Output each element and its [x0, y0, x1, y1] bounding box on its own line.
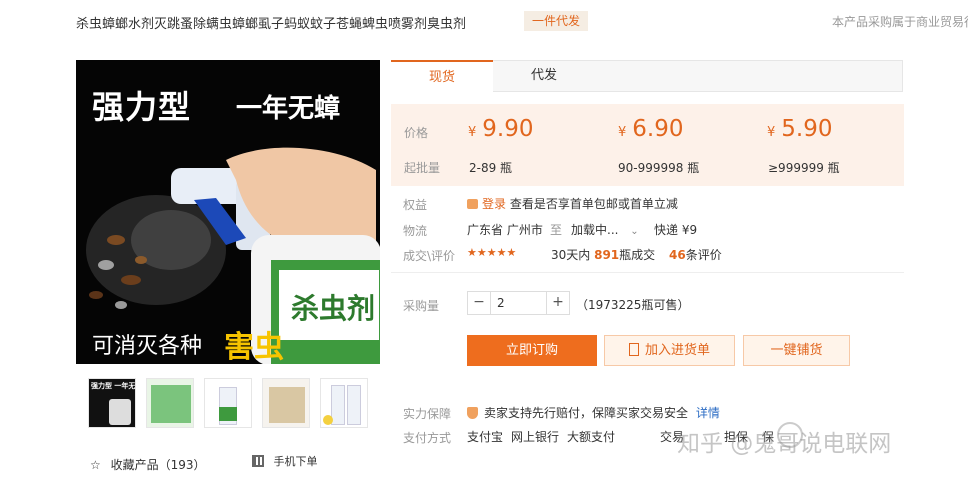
one-click-distribute-button[interactable]: 一键铺货 — [743, 335, 850, 366]
order-type-tabs: 现货 代发 — [391, 60, 903, 92]
moq-label: 起批量 — [404, 161, 441, 175]
benefits-row: 登录 查看是否享首单包邮或首单立减 — [467, 195, 678, 212]
logistics-to: 至 — [550, 223, 563, 237]
chevron-down-icon: ⌄ — [630, 226, 639, 237]
review-count: 46 — [669, 248, 686, 262]
price-tier-2: ¥6.90 — [618, 116, 684, 142]
guarantee-text: 卖家支持先行赔付，保障买家交易安全 — [484, 406, 689, 420]
review-summary[interactable]: 46条评价 — [669, 246, 722, 263]
payment-method-2: 网上银行 — [511, 430, 560, 444]
moq-tier-3: ≥999999 瓶 — [768, 161, 840, 175]
order-now-button[interactable]: 立即订购 — [467, 335, 597, 366]
mobile-order-label: 手机下单 — [273, 455, 318, 468]
quantity-input[interactable]: 2 — [490, 292, 547, 314]
guarantee-label: 实力保障 — [403, 407, 452, 421]
shield-icon — [467, 407, 478, 419]
tab-dropship[interactable]: 代发 — [492, 60, 596, 92]
section-divider — [391, 272, 904, 273]
thumbnail-strip: 强力型 一年无蟑 — [88, 378, 378, 430]
payment-method-1: 支付宝 — [467, 430, 504, 444]
currency-symbol: ¥ — [767, 125, 776, 140]
benefits-text: 查看是否享首单包邮或首单立减 — [509, 197, 678, 211]
guarantee-row: 卖家支持先行赔付，保障买家交易安全 详情 — [467, 404, 720, 421]
review-suffix: 条评价 — [685, 248, 722, 262]
clipboard-icon — [628, 343, 639, 356]
quantity-stepper: − 2 + — [467, 291, 570, 315]
image-headline-left: 强力型 — [92, 88, 192, 126]
thumbnail-1[interactable]: 强力型 一年无蟑 — [88, 378, 136, 428]
add-to-cart-button[interactable]: 加入进货单 — [604, 335, 735, 366]
gift-icon — [467, 199, 478, 209]
login-link[interactable]: 登录 — [482, 197, 506, 211]
thumbnail-3[interactable] — [204, 378, 252, 428]
price-label: 价格 — [404, 126, 429, 140]
favorite-product-link[interactable]: ☆ 收藏产品（193） — [90, 456, 206, 473]
price-tier-2-value: 6.90 — [632, 116, 684, 142]
tab-spot[interactable]: 现货 — [391, 60, 493, 92]
add-to-cart-label: 加入进货单 — [644, 343, 710, 358]
stock-available: （1973225瓶可售） — [576, 298, 690, 312]
currency-symbol: ¥ — [618, 125, 627, 140]
product-title: 杀虫蟑螂水剂灭跳蚤除螨虫蟑螂虱子蚂蚁蚊子苍蝇蜱虫喷雾剂臭虫剂 — [76, 17, 467, 32]
logistics-label: 物流 — [403, 224, 428, 238]
star-outline-icon: ☆ — [90, 458, 101, 472]
thumbnail-4[interactable] — [262, 378, 310, 428]
benefits-label: 权益 — [403, 198, 428, 212]
thumbnail-2[interactable] — [146, 378, 194, 428]
dropship-badge[interactable]: 一件代发 — [524, 11, 588, 31]
guarantee-detail-link[interactable]: 详情 — [696, 406, 720, 420]
moq-tier-2: 90-999998 瓶 — [618, 161, 700, 175]
sales-summary[interactable]: 30天内 891瓶成交 — [551, 246, 655, 263]
destination-select[interactable]: 加载中... ⌄ — [571, 221, 639, 238]
decrease-button[interactable]: − — [468, 292, 490, 314]
favorite-label: 收藏产品（193） — [110, 458, 206, 472]
sales-prefix: 30天内 — [551, 248, 591, 262]
rating-stars: ★★★★★ — [467, 246, 517, 259]
payment-label: 支付方式 — [403, 431, 452, 445]
price-tier-3: ¥5.90 — [767, 116, 833, 142]
bottle-label-text: 杀虫剂 — [291, 292, 375, 325]
sales-count: 891 — [594, 248, 620, 262]
moq-tier-1: 2-89 瓶 — [469, 161, 513, 175]
image-bottom-text: 可消灭各种 — [92, 334, 203, 359]
destination-value: 加载中... — [571, 223, 619, 237]
image-headline-right: 一年无蟑 — [236, 94, 341, 124]
express-fee: 快递 ¥9 — [654, 223, 698, 237]
purchase-label: 采购量 — [403, 299, 440, 313]
currency-symbol: ¥ — [468, 125, 477, 140]
watermark-text: 知乎 @鬼哥说电联网 — [677, 431, 892, 457]
price-tier-1-value: 9.90 — [482, 116, 534, 142]
price-tier-3-value: 5.90 — [781, 116, 833, 142]
logistics-origin: 广东省 广州市 — [467, 223, 543, 237]
reviews-label: 成交\评价 — [403, 249, 456, 263]
sales-suffix: 瓶成交 — [619, 248, 656, 262]
price-panel: 价格 起批量 ¥9.90 ¥6.90 ¥5.90 2-89 瓶 90-99999… — [391, 104, 904, 186]
commercial-notice: 本产品采购属于商业贸易行 — [832, 15, 968, 29]
product-main-image[interactable]: 杀虫剂 强力型 一年无蟑 可消灭各种 害虫 — [76, 60, 380, 364]
thumbnail-1-caption: 强力型 一年无蟑 — [91, 382, 136, 390]
price-tier-1: ¥9.90 — [468, 116, 534, 142]
increase-button[interactable]: + — [547, 292, 569, 314]
image-bottom-emphasis: 害虫 — [224, 330, 284, 364]
qrcode-icon — [252, 455, 264, 467]
thumbnail-5[interactable] — [320, 378, 368, 428]
payment-method-3: 大额支付 — [567, 430, 616, 444]
mobile-order-link[interactable]: 手机下单 — [252, 453, 318, 469]
